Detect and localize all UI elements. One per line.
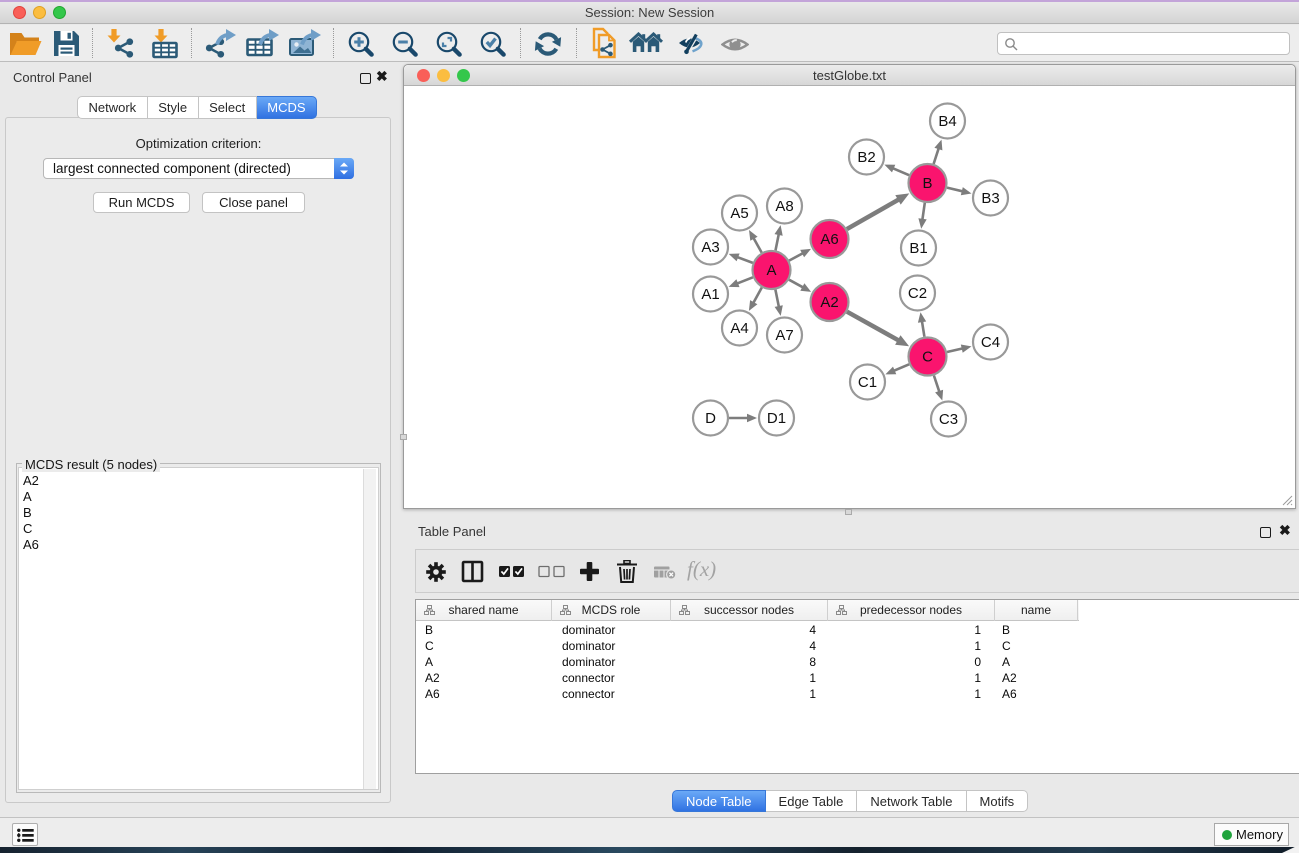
svg-text:A3: A3 (701, 239, 719, 256)
svg-text:f(x): f(x) (687, 559, 716, 581)
svg-text:C4: C4 (981, 334, 1000, 351)
svg-text:A1: A1 (701, 286, 719, 303)
svg-text:C3: C3 (939, 411, 958, 428)
svg-text:A8: A8 (775, 198, 793, 215)
svg-text:A: A (766, 262, 776, 279)
svg-text:D1: D1 (767, 410, 786, 427)
svg-text:C1: C1 (858, 374, 877, 391)
svg-text:A5: A5 (730, 205, 748, 222)
svg-text:A2: A2 (820, 294, 838, 311)
svg-text:B1: B1 (909, 240, 927, 257)
svg-text:A4: A4 (730, 320, 748, 337)
svg-text:C: C (922, 349, 933, 366)
svg-text:D: D (705, 410, 716, 427)
svg-text:B2: B2 (857, 149, 875, 166)
svg-text:A7: A7 (775, 327, 793, 344)
svg-text:B4: B4 (938, 113, 956, 130)
svg-text:B3: B3 (981, 190, 999, 207)
svg-text:C2: C2 (908, 285, 927, 302)
svg-text:B: B (922, 175, 932, 192)
svg-text:A6: A6 (820, 231, 838, 248)
